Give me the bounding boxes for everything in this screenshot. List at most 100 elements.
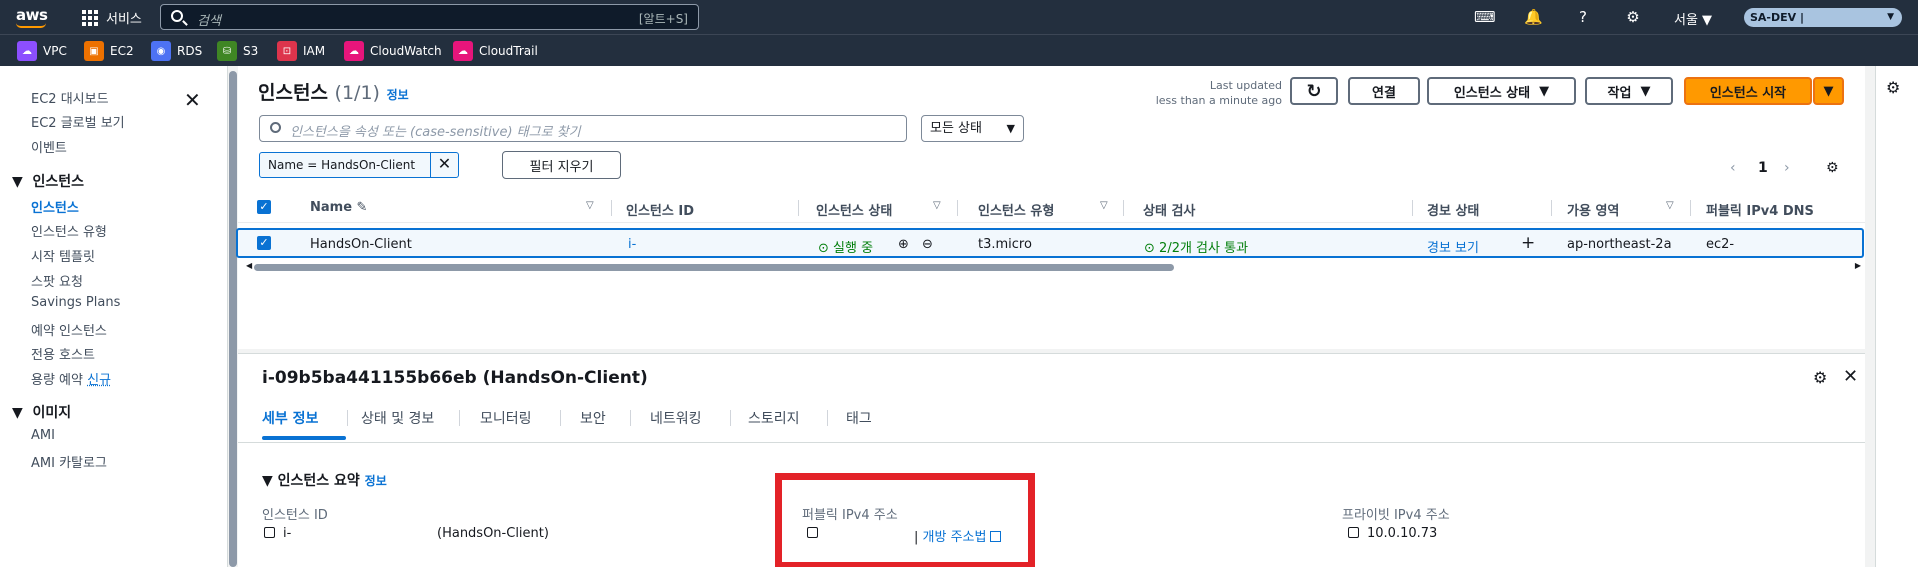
caret-down-icon: ▼ — [1539, 83, 1550, 99]
column-divider[interactable] — [611, 200, 612, 216]
settings-icon[interactable]: ⚙ — [1886, 78, 1900, 97]
sidebar-item-ami-catalog[interactable]: AMI 카탈로그 — [31, 452, 107, 471]
vpc-icon: ☁ — [17, 41, 37, 61]
summary-heading[interactable]: ▼ 인스턴스 요약 정보 — [262, 470, 387, 490]
close-icon[interactable]: ✕ — [184, 88, 201, 112]
sidebar-item-dedicated-hosts[interactable]: 전용 호스트 — [31, 344, 95, 363]
sidebar-item-events[interactable]: 이벤트 — [31, 137, 67, 156]
table-horizontal-scrollbar[interactable]: ◀ ▶ — [246, 261, 1861, 272]
column-divider[interactable] — [798, 200, 799, 216]
sidebar-section-instances[interactable]: ▼ 인스턴스 — [12, 171, 84, 191]
info-link[interactable]: 정보 — [387, 88, 409, 102]
sidebar-item-instances[interactable]: 인스턴스 — [31, 197, 79, 216]
tab-storage[interactable]: 스토리지 — [748, 408, 800, 428]
select-all-checkbox[interactable]: ✓ — [257, 200, 271, 214]
launch-instance-button[interactable]: 인스턴스 시작 — [1684, 77, 1812, 105]
info-link[interactable]: 정보 — [365, 474, 387, 488]
scrollbar-thumb[interactable] — [254, 264, 1174, 271]
aws-logo[interactable]: aws — [16, 6, 48, 24]
favorite-iam[interactable]: ⊡ IAM — [277, 41, 325, 61]
column-status-check[interactable]: 상태 검사 — [1143, 200, 1195, 219]
page-number[interactable]: 1 — [1758, 160, 1768, 176]
view-alarms-link[interactable]: 경보 보기 — [1427, 237, 1479, 256]
copy-icon[interactable] — [1348, 527, 1359, 538]
instance-filter-input[interactable]: 인스턴스을 속성 또는 (case-sensitive) 태그로 찾기 — [259, 115, 907, 142]
sidebar-section-images[interactable]: ▼ 이미지 — [12, 402, 71, 422]
tab-status-alarms[interactable]: 상태 및 경보 — [361, 408, 434, 428]
sidebar-item-instance-types[interactable]: 인스턴스 유형 — [31, 221, 107, 240]
close-icon[interactable]: ✕ — [1843, 366, 1858, 387]
main-scrollbar[interactable] — [1865, 66, 1875, 349]
region-selector[interactable]: 서울 ▼ — [1674, 9, 1712, 28]
cloudshell-icon[interactable]: ⌨ — [1474, 8, 1496, 26]
column-divider[interactable] — [1551, 200, 1552, 216]
zoom-out-icon[interactable]: ⊖ — [922, 237, 933, 252]
sort-icon[interactable]: ▽ — [1666, 200, 1674, 211]
sidebar-item-ec2-global-view[interactable]: EC2 글로벌 보기 — [31, 112, 125, 131]
sidebar-item-capacity-reservations[interactable]: 용량 예약 신규 — [31, 369, 111, 388]
table-row[interactable]: ✓ HandsOn-Client i- ⊙ 실행 중 ⊕ ⊖ t3.micro … — [236, 228, 1864, 258]
instance-state-button[interactable]: 인스턴스 상태 ▼ — [1427, 77, 1576, 105]
copy-icon[interactable] — [264, 527, 275, 538]
column-availability-zone[interactable]: 가용 영역 — [1567, 200, 1619, 219]
column-public-dns[interactable]: 퍼블릭 IPv4 DNS — [1706, 200, 1814, 219]
sort-icon[interactable]: ▽ — [1100, 200, 1108, 211]
settings-icon[interactable]: ⚙ — [1624, 8, 1642, 26]
cell-public-dns: ec2- — [1706, 237, 1735, 252]
column-divider[interactable] — [1690, 200, 1691, 216]
column-divider[interactable] — [1412, 200, 1413, 216]
global-search-input[interactable]: 검색 [알트+S] — [160, 4, 699, 30]
column-name[interactable]: Name ✎ — [310, 200, 367, 215]
sidebar-item-launch-templates[interactable]: 시작 템플릿 — [31, 246, 95, 265]
favorite-ec2[interactable]: ▣ EC2 — [84, 41, 134, 61]
sidebar-item-spot-requests[interactable]: 스팟 요청 — [31, 271, 83, 290]
sidebar-item-reserved-instances[interactable]: 예약 인스턴스 — [31, 320, 107, 339]
scroll-left-icon[interactable]: ◀ — [246, 261, 252, 270]
scrollbar-thumb[interactable] — [229, 71, 237, 567]
tab-details[interactable]: 세부 정보 — [262, 408, 318, 428]
clear-filters-button[interactable]: 필터 지우기 — [502, 151, 621, 179]
sort-icon[interactable]: ▽ — [933, 200, 941, 211]
favorite-cloudtrail[interactable]: ☁ CloudTrail — [453, 41, 538, 61]
detail-title: i-09b5ba441155b66eb (HandsOn-Client) — [262, 368, 648, 388]
remove-token-icon[interactable]: ✕ — [430, 152, 458, 178]
settings-icon[interactable]: ⚙ — [1813, 368, 1827, 387]
tab-networking[interactable]: 네트워킹 — [650, 408, 702, 428]
column-instance-state[interactable]: 인스턴스 상태 — [816, 200, 892, 219]
actions-button[interactable]: 작업 ▼ — [1585, 77, 1673, 105]
sidebar-item-ami[interactable]: AMI — [31, 428, 55, 443]
state-filter-select[interactable]: 모든 상태 ▼ — [921, 115, 1024, 142]
favorite-vpc[interactable]: ☁ VPC — [17, 41, 67, 61]
favorite-rds[interactable]: ◉ RDS — [151, 41, 202, 61]
row-checkbox[interactable]: ✓ — [257, 236, 271, 250]
sort-icon[interactable]: ▽ — [586, 200, 594, 211]
column-instance-id[interactable]: 인스턴스 ID — [626, 200, 694, 219]
table-settings-icon[interactable]: ⚙ — [1826, 160, 1839, 176]
next-page-icon[interactable]: › — [1784, 160, 1790, 176]
column-divider[interactable] — [1123, 200, 1124, 216]
prev-page-icon[interactable]: ‹ — [1730, 160, 1736, 176]
launch-instance-dropdown[interactable]: ▼ — [1813, 77, 1844, 105]
tab-security[interactable]: 보안 — [580, 408, 606, 428]
connect-button[interactable]: 연결 — [1348, 77, 1420, 105]
scroll-right-icon[interactable]: ▶ — [1855, 261, 1861, 270]
favorite-s3[interactable]: ⛁ S3 — [217, 41, 258, 61]
zoom-in-icon[interactable]: ⊕ — [898, 237, 909, 252]
favorite-cloudwatch[interactable]: ☁ CloudWatch — [344, 41, 442, 61]
tab-monitoring[interactable]: 모니터링 — [480, 408, 532, 428]
cell-instance-id[interactable]: i- — [628, 237, 636, 252]
sidebar-item-savings-plans[interactable]: Savings Plans — [31, 295, 120, 310]
sidebar-scrollbar[interactable] — [228, 66, 238, 567]
column-alarm-status[interactable]: 경보 상태 — [1427, 200, 1479, 219]
column-divider[interactable] — [957, 200, 958, 216]
add-alarm-icon[interactable]: + — [1521, 233, 1535, 253]
refresh-button[interactable]: ↻ — [1290, 77, 1338, 105]
column-instance-type[interactable]: 인스턴스 유형 — [978, 200, 1054, 219]
private-ip-label: 프라이빗 IPv4 주소 — [1342, 508, 1450, 523]
bell-icon[interactable]: 🔔 — [1524, 8, 1543, 26]
tab-tags[interactable]: 태그 — [846, 408, 872, 428]
sidebar-item-ec2-dashboard[interactable]: EC2 대시보드 — [31, 88, 109, 107]
services-menu-button[interactable]: 서비스 — [82, 8, 142, 27]
account-menu[interactable]: SA-DEV | — [1744, 8, 1902, 27]
help-icon[interactable]: ? — [1574, 8, 1592, 26]
